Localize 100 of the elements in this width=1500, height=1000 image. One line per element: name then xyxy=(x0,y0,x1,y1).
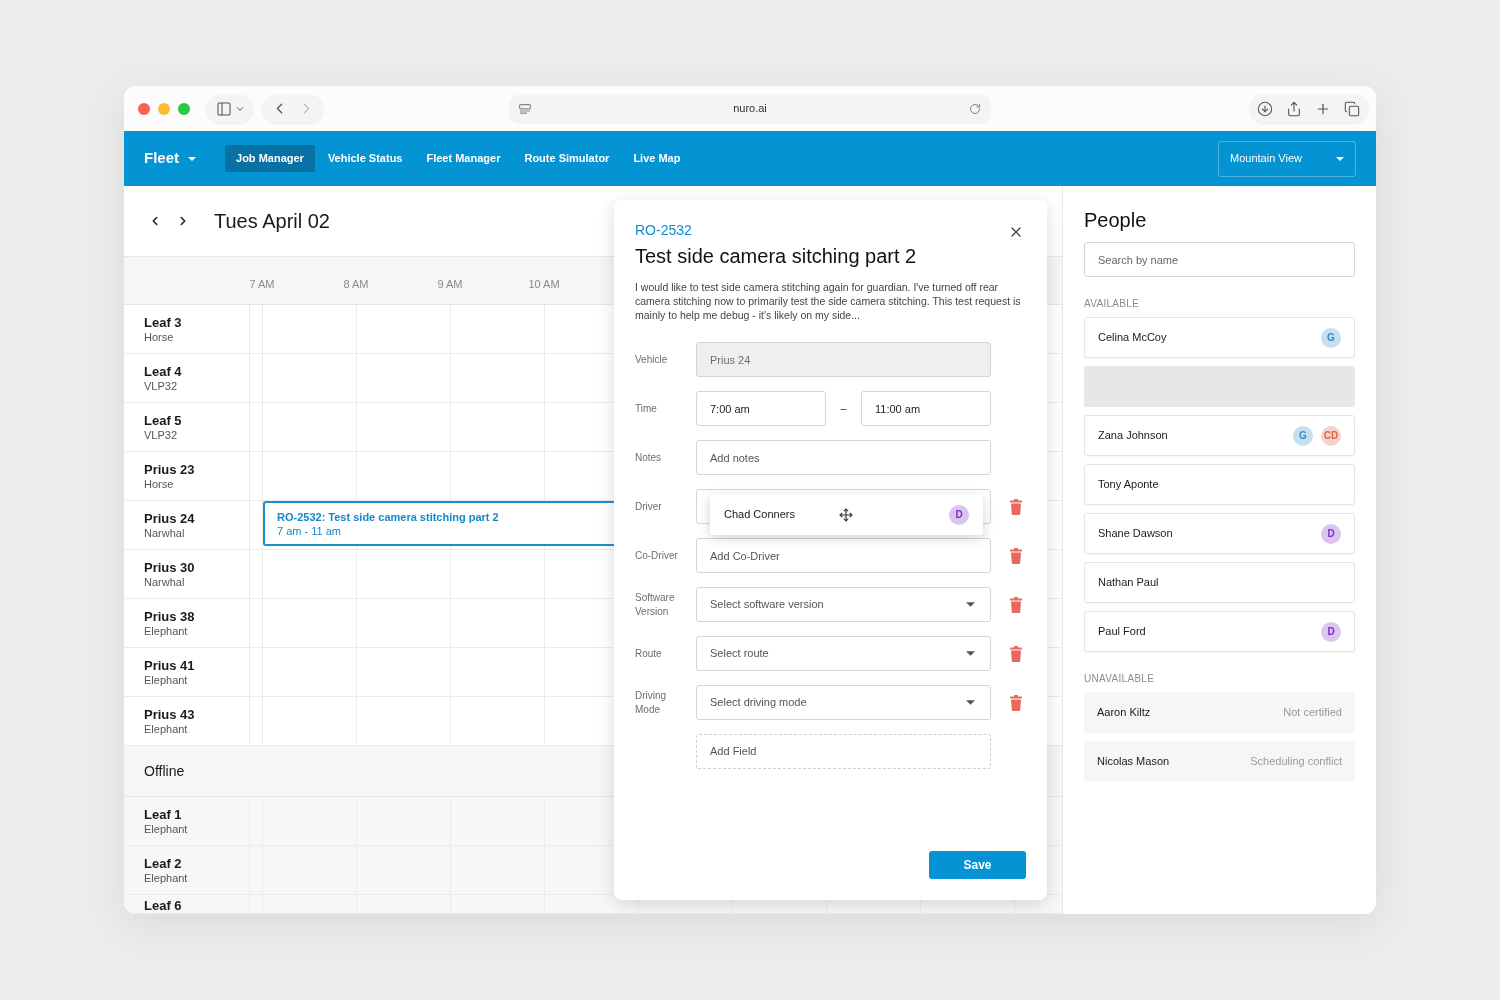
date-title: Tues April 02 xyxy=(214,209,330,233)
initial-badge: G xyxy=(1293,425,1313,446)
window-zoom-button[interactable] xyxy=(178,102,190,115)
vehicle-name: Leaf 3 xyxy=(144,314,183,330)
person-name: Celina McCoy xyxy=(1098,330,1168,346)
caret-icon xyxy=(966,651,975,656)
person-name: Nicolas Mason xyxy=(1097,754,1170,770)
panel-title: People xyxy=(1084,208,1148,232)
person-name: Zana Johnson xyxy=(1098,428,1169,444)
field-label: Software Version xyxy=(635,590,676,619)
trash-icon[interactable] xyxy=(1010,596,1022,613)
event-time: 7 am - 11 am xyxy=(277,523,342,538)
url-text: nuro.ai xyxy=(733,101,767,117)
person-card[interactable]: Chad Conners D xyxy=(710,494,983,535)
input-field[interactable]: Add notes xyxy=(696,440,991,475)
vehicle-name: Prius 41 xyxy=(144,657,196,673)
caret-icon xyxy=(966,700,975,705)
person-card[interactable]: Celina McCoy G xyxy=(1084,317,1355,358)
sidebar-button[interactable] xyxy=(207,94,253,123)
person-card[interactable]: Tony Aponte xyxy=(1084,464,1355,505)
vehicle-name: Prius 43 xyxy=(144,706,196,722)
trash-icon[interactable] xyxy=(1010,547,1022,564)
person-card[interactable]: Nathan Paul xyxy=(1084,562,1355,603)
move-icon[interactable] xyxy=(839,507,853,522)
person-name: Aaron Kiltz xyxy=(1097,705,1151,721)
person-card[interactable]: Zana Johnson G CD xyxy=(1084,415,1355,456)
group-heading: AVAILABLE xyxy=(1084,297,1141,311)
share-icon[interactable] xyxy=(1286,100,1302,117)
field-label: Co-Driver xyxy=(635,548,679,563)
vehicle-model: Narwhal xyxy=(144,525,186,540)
vehicle-name: Prius 23 xyxy=(144,461,196,477)
input-field[interactable]: Add Co-Driver xyxy=(696,538,991,573)
vehicle-model: Horse xyxy=(144,476,175,491)
time-field[interactable]: 7:00 am xyxy=(696,391,826,426)
field-label: Driver xyxy=(635,499,663,514)
field-label: Driving Mode xyxy=(635,688,668,717)
unavailable-reason: Scheduling conflict xyxy=(1250,754,1342,770)
field-label: Route xyxy=(635,646,663,661)
download-icon[interactable] xyxy=(1257,100,1273,117)
vehicle-name: Leaf 5 xyxy=(144,412,183,428)
hour-label: 9 AM xyxy=(437,278,463,292)
page-icon xyxy=(519,103,531,114)
hour-label: 7 AM xyxy=(249,278,275,292)
vehicle-name: Leaf 6 xyxy=(144,898,183,913)
range-separator: – xyxy=(840,401,847,417)
select-field[interactable]: Select software version xyxy=(696,587,991,622)
vehicle-name: Prius 24 xyxy=(144,510,196,526)
initial-badge: D xyxy=(1321,523,1341,544)
add-field-button[interactable]: Add Field xyxy=(696,734,991,769)
vehicle-name: Leaf 4 xyxy=(144,363,183,379)
event-block[interactable]: RO-2532: Test side camera stitching part 2 7 am - 11 am xyxy=(263,501,614,546)
person-name: Chad Conners xyxy=(724,507,796,523)
tabs-overview-icon[interactable] xyxy=(1344,100,1360,117)
sidebar-icon xyxy=(215,100,232,117)
initial-badge: D xyxy=(949,504,969,525)
person-card[interactable]: Shane Dawson D xyxy=(1084,513,1355,554)
vehicle-name: Leaf 2 xyxy=(144,855,183,871)
initial-badge: CD xyxy=(1321,425,1341,446)
vehicle-model: Horse xyxy=(144,329,175,344)
reload-icon[interactable] xyxy=(969,102,981,115)
vehicle-name: Prius 30 xyxy=(144,559,196,575)
select-field[interactable]: Select driving mode xyxy=(696,685,991,720)
nav-tab[interactable]: Job Manager xyxy=(225,145,315,172)
search-field[interactable]: Search by name xyxy=(1084,242,1355,277)
vehicle-model: Elephant xyxy=(144,672,189,687)
person-card[interactable]: Paul Ford D xyxy=(1084,611,1355,652)
trash-icon[interactable] xyxy=(1010,694,1022,711)
person-name: Shane Dawson xyxy=(1098,526,1174,542)
vehicle-name: Prius 38 xyxy=(144,608,196,624)
group-heading: UNAVAILABLE xyxy=(1084,672,1156,686)
vehicle-model: Elephant xyxy=(144,623,189,638)
hour-label: 8 AM xyxy=(343,278,369,292)
job-id: RO-2532 xyxy=(635,222,693,238)
dialog-title: Test side camera sitching part 2 xyxy=(635,244,917,268)
event-title: RO-2532: Test side camera stitching part 2 xyxy=(277,509,500,524)
trash-icon[interactable] xyxy=(1010,645,1022,662)
trash-icon[interactable] xyxy=(1010,498,1022,515)
window-close-button[interactable] xyxy=(138,102,150,115)
window-minimize-button[interactable] xyxy=(158,102,170,115)
select-field[interactable]: Select route xyxy=(696,636,991,671)
initial-badge: G xyxy=(1321,327,1341,348)
time-field[interactable]: 11:00 am xyxy=(861,391,991,426)
field-label: Vehicle xyxy=(635,352,669,367)
person-name: Nathan Paul xyxy=(1098,575,1160,591)
vehicle-model: Elephant xyxy=(144,721,189,736)
section-title: Offline xyxy=(144,761,185,781)
address-field[interactable]: nuro.ai xyxy=(510,95,990,122)
field-label: Notes xyxy=(635,450,663,465)
vehicle-name: Leaf 1 xyxy=(144,806,183,822)
caret-icon xyxy=(966,602,975,607)
person-name: Paul Ford xyxy=(1098,624,1147,640)
caret-icon xyxy=(1336,156,1344,161)
unavailable-reason: Not certified xyxy=(1283,705,1342,721)
vehicle-model: Narwhal xyxy=(144,574,186,589)
vehicle-model: Elephant xyxy=(144,870,189,885)
field-label: Time xyxy=(635,401,658,416)
vehicle-model: VLP32 xyxy=(144,427,179,442)
hour-label: 10 AM xyxy=(528,278,560,292)
initial-badge: D xyxy=(1321,621,1341,642)
vehicle-model: Elephant xyxy=(144,821,189,836)
